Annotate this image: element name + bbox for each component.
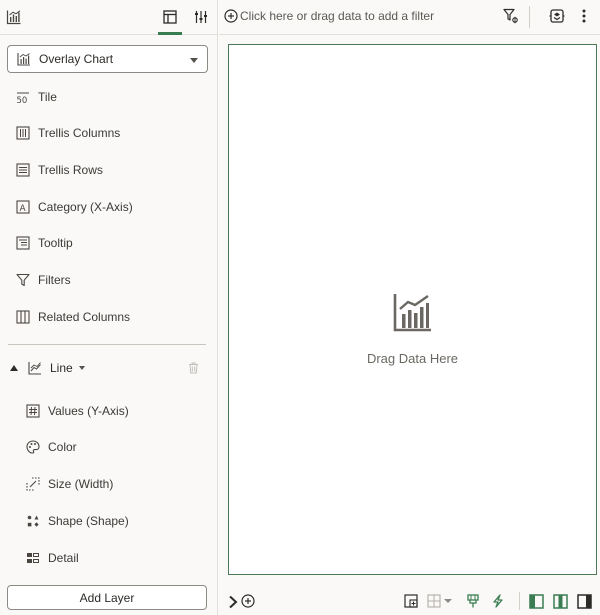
grammar-label: Tile — [38, 90, 57, 104]
palette-icon — [26, 440, 40, 454]
chart-type-select[interactable]: Overlay Chart — [7, 45, 208, 73]
chevron-down-icon — [190, 58, 198, 63]
lightning-icon[interactable] — [491, 594, 505, 608]
grammar-label: Tooltip — [38, 236, 73, 250]
overlay-chart-icon — [17, 52, 31, 66]
collapse-triangle-icon[interactable] — [10, 365, 18, 371]
hash-icon — [26, 404, 40, 418]
add-circle-icon[interactable] — [241, 594, 255, 608]
auto-apply-icon[interactable] — [549, 8, 565, 24]
add-circle-icon — [224, 9, 238, 23]
left-panel-toggle-icon[interactable] — [529, 594, 544, 609]
grammar-panel: Overlay Chart 50 Tile Trellis Columns Tr… — [0, 0, 218, 615]
add-canvas-icon[interactable] — [404, 594, 418, 608]
grammar-label: Category (X-Axis) — [38, 200, 133, 214]
drag-data-hint: Drag Data Here — [366, 351, 459, 366]
trellis-rows-icon — [16, 163, 30, 177]
chevron-down-icon[interactable] — [78, 366, 85, 370]
grammar-label: Trellis Rows — [38, 163, 103, 177]
grammar-detail[interactable]: Detail — [26, 548, 79, 568]
grammar-category[interactable]: A Category (X-Axis) — [16, 197, 133, 217]
more-vertical-icon[interactable] — [581, 8, 587, 24]
active-tab-indicator — [158, 32, 182, 35]
grammar-label: Related Columns — [38, 310, 131, 324]
grammar-filters[interactable]: Filters — [16, 270, 71, 290]
grammar-panel-icon[interactable] — [160, 7, 180, 27]
grammar-tile[interactable]: 50 Tile — [16, 87, 57, 107]
add-filter-target[interactable]: Click here or drag data to add a filter — [224, 9, 434, 23]
grammar-trellis-columns[interactable]: Trellis Columns — [16, 123, 120, 143]
size-icon — [26, 477, 40, 491]
tooltip-icon — [16, 236, 30, 250]
chart-type-value: Overlay Chart — [39, 52, 114, 66]
divider — [8, 344, 206, 345]
grammar-label: Filters — [38, 273, 71, 287]
svg-text:50: 50 — [17, 96, 28, 104]
trellis-columns-icon — [16, 126, 30, 140]
shape-icon — [26, 514, 40, 528]
grammar-label: Trellis Columns — [38, 126, 121, 140]
chevron-right-icon[interactable] — [228, 595, 238, 609]
grammar-label: Values (Y-Axis) — [48, 404, 129, 418]
svg-text:A: A — [20, 204, 27, 214]
grammar-size[interactable]: Size (Width) — [26, 474, 113, 494]
grammar-related-columns[interactable]: Related Columns — [16, 307, 130, 327]
grammar-label: Color — [48, 440, 77, 454]
left-toolbar — [0, 0, 218, 35]
grammar-shape[interactable]: Shape (Shape) — [26, 511, 129, 531]
filter-icon — [16, 273, 30, 287]
related-columns-icon — [16, 310, 30, 324]
divider — [519, 592, 520, 610]
layout-grid-icon[interactable] — [427, 594, 453, 608]
right-panel-toggle-icon[interactable] — [577, 594, 592, 609]
layer-header[interactable]: Line — [8, 358, 208, 378]
layer-name: Line — [50, 361, 73, 375]
grammar-label: Shape (Shape) — [48, 514, 129, 528]
bottom-toolbar — [219, 587, 600, 615]
overlay-chart-placeholder-icon — [393, 292, 433, 332]
grammar-color[interactable]: Color — [26, 437, 77, 457]
detail-icon — [26, 551, 40, 565]
line-chart-icon — [28, 361, 42, 375]
pin-icon[interactable] — [467, 594, 479, 608]
tile-icon: 50 — [16, 90, 30, 104]
grammar-label: Size (Width) — [48, 477, 114, 491]
divider — [529, 6, 530, 28]
sliders-icon[interactable] — [191, 7, 211, 27]
trash-icon[interactable] — [188, 362, 199, 374]
bar-chart-icon[interactable] — [4, 7, 24, 27]
visualization-canvas[interactable]: Drag Data Here — [228, 44, 597, 575]
middle-panel-toggle-icon[interactable] — [553, 594, 568, 609]
category-icon: A — [16, 200, 30, 214]
filter-bar: Click here or drag data to add a filter — [219, 0, 600, 35]
grammar-tooltip[interactable]: Tooltip — [16, 233, 73, 253]
add-layer-button[interactable]: Add Layer — [7, 585, 207, 610]
grammar-trellis-rows[interactable]: Trellis Rows — [16, 160, 103, 180]
grammar-label: Detail — [48, 551, 79, 565]
filter-options-icon[interactable] — [503, 8, 519, 24]
grammar-values-y[interactable]: Values (Y-Axis) — [26, 401, 129, 421]
filter-placeholder: Click here or drag data to add a filter — [240, 9, 435, 23]
